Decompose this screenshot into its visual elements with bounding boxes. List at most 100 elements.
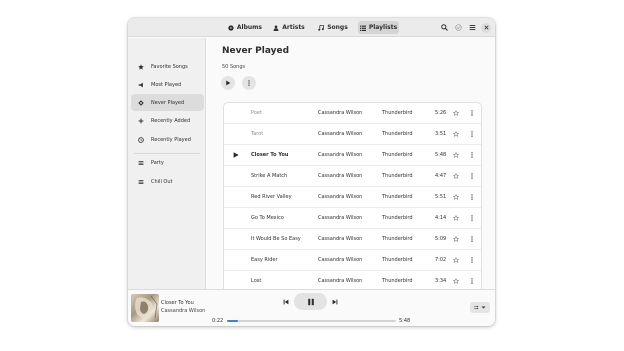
- sidebar-item-favorite-songs[interactable]: Favorite Songs: [131, 58, 204, 75]
- artist-icon: [273, 24, 279, 31]
- repeat-mode-dropdown[interactable]: [470, 302, 490, 313]
- tab-songs[interactable]: Songs: [316, 21, 350, 34]
- favorite-star-icon[interactable]: [453, 110, 459, 116]
- song-menu-icon[interactable]: [469, 173, 475, 179]
- song-album: Thunderbird: [382, 257, 413, 263]
- star-icon: [136, 62, 146, 72]
- favorite-star-icon[interactable]: [453, 278, 459, 284]
- song-album: Thunderbird: [382, 236, 413, 242]
- sidebar-item-label: Party: [151, 159, 164, 166]
- song-album: Thunderbird: [382, 173, 413, 179]
- song-row[interactable]: Easy Rider Cassandra Wilson Thunderbird 7:0…: [224, 250, 481, 271]
- now-playing-title: Closer To You: [161, 300, 194, 306]
- favorite-star-icon[interactable]: [453, 194, 459, 200]
- song-menu-icon[interactable]: [469, 236, 475, 242]
- song-menu-icon[interactable]: [469, 194, 475, 200]
- song-row[interactable]: Strike A Match Cassandra Wilson Thunderbir…: [224, 166, 481, 187]
- sidebar-item-most-played[interactable]: Most Played: [131, 76, 204, 93]
- selection-mode-icon: [455, 24, 462, 31]
- song-album: Thunderbird: [382, 278, 413, 284]
- tab-artists[interactable]: Artists: [272, 21, 306, 34]
- more-vertical-icon: [248, 80, 250, 86]
- song-title: Tarot: [251, 131, 264, 137]
- play-pause-button[interactable]: [294, 293, 327, 310]
- sidebar-item-label: Chill Out: [151, 178, 173, 185]
- play-icon: [226, 80, 231, 86]
- song-count: 50 Songs: [222, 64, 246, 70]
- tab-playlists-label: Playlists: [368, 24, 398, 31]
- song-menu-icon[interactable]: [469, 278, 475, 284]
- sidebar-item-recently-played[interactable]: Recently Played: [131, 131, 204, 148]
- song-title: Lost: [251, 278, 262, 284]
- sidebar-item-label: Never Played: [151, 99, 185, 106]
- favorite-star-icon[interactable]: [453, 236, 459, 242]
- main-menu-button[interactable]: [467, 22, 478, 33]
- album-cover[interactable]: [131, 294, 159, 322]
- song-title: Go To Mexico: [251, 215, 284, 221]
- song-artist: Cassandra Wilson: [318, 215, 363, 221]
- song-artist: Cassandra Wilson: [318, 131, 363, 137]
- song-album: Thunderbird: [382, 110, 413, 116]
- song-row[interactable]: Tarot Cassandra Wilson Thunderbird 3:51: [224, 124, 481, 145]
- song-title: Strike A Match: [251, 173, 288, 179]
- song-menu-icon[interactable]: [469, 110, 475, 116]
- tab-albums[interactable]: Albums: [228, 21, 262, 34]
- song-row[interactable]: Lost Cassandra Wilson Thunderbird 3:34: [224, 271, 481, 289]
- favorite-star-icon[interactable]: [453, 215, 459, 221]
- song-artist: Cassandra Wilson: [318, 236, 363, 242]
- favorite-star-icon[interactable]: [453, 257, 459, 263]
- song-menu-icon[interactable]: [469, 215, 475, 221]
- search-icon: [441, 24, 448, 31]
- song-row[interactable]: Red River Valley Cassandra Wilson Thunderb…: [224, 187, 481, 208]
- play-playlist-button[interactable]: [221, 76, 235, 90]
- song-title: It Would Be So Easy: [251, 236, 301, 242]
- song-list: Poet Cassandra Wilson Thunderbird 5:26 Tarot…: [223, 102, 482, 289]
- song-album: Thunderbird: [382, 152, 413, 158]
- total-time: 5:48: [399, 318, 411, 324]
- song-menu-icon[interactable]: [469, 131, 475, 137]
- favorite-star-icon[interactable]: [453, 131, 459, 137]
- next-button[interactable]: [331, 298, 339, 306]
- skip-next-icon: [332, 299, 338, 305]
- elapsed-time: 0:22: [212, 318, 224, 324]
- tab-songs-label: Songs: [327, 24, 348, 31]
- sidebar-item-never-played[interactable]: Never Played: [131, 94, 204, 111]
- song-duration: 4:47: [435, 173, 447, 179]
- tab-albums-label: Albums: [236, 24, 262, 31]
- song-title: Closer To You: [251, 152, 289, 158]
- player-bar: Closer To You Cassandra Wilson 0:22 5:48: [128, 289, 495, 326]
- sidebar-item-label: Recently Added: [151, 117, 191, 124]
- favorite-star-icon[interactable]: [453, 152, 459, 158]
- sidebar-item-recently-added[interactable]: Recently Added: [131, 112, 204, 129]
- sidebar-item-label: Most Played: [151, 81, 182, 88]
- playlist-menu-button[interactable]: [242, 76, 256, 90]
- headerbar: Albums Artists Songs Playlists: [128, 18, 495, 37]
- songs-icon: [318, 24, 324, 31]
- list-icon: [136, 177, 146, 187]
- song-duration: 5:26: [435, 110, 447, 116]
- song-row[interactable]: It Would Be So Easy Cassandra Wilson Thund…: [224, 229, 481, 250]
- song-duration: 7:02: [435, 257, 447, 263]
- previous-button[interactable]: [282, 298, 290, 306]
- megaphone-icon: [136, 80, 146, 90]
- seek-bar[interactable]: [227, 320, 396, 322]
- close-window-button[interactable]: [481, 22, 491, 33]
- playlists-sidebar: Favorite Songs Most Played Never Played …: [128, 38, 206, 289]
- favorite-star-icon[interactable]: [453, 173, 459, 179]
- tab-playlists[interactable]: Playlists: [358, 21, 399, 34]
- pause-icon: [307, 298, 314, 305]
- song-title: Easy Rider: [251, 257, 278, 263]
- song-title: Poet: [251, 110, 262, 116]
- song-duration: 3:51: [435, 131, 447, 137]
- song-artist: Cassandra Wilson: [318, 257, 363, 263]
- search-button[interactable]: [439, 22, 450, 33]
- song-row[interactable]: Closer To You Cassandra Wilson Thunderbird…: [224, 145, 481, 166]
- song-row[interactable]: Go To Mexico Cassandra Wilson Thunderbird 4…: [224, 208, 481, 229]
- diamond-icon: [136, 98, 146, 108]
- song-menu-icon[interactable]: [469, 257, 475, 263]
- song-menu-icon[interactable]: [469, 152, 475, 158]
- song-row[interactable]: Poet Cassandra Wilson Thunderbird 5:26: [224, 103, 481, 124]
- sidebar-item-chill-out[interactable]: Chill Out: [131, 173, 204, 190]
- selection-button[interactable]: [453, 22, 464, 33]
- sidebar-item-party[interactable]: Party: [131, 154, 204, 171]
